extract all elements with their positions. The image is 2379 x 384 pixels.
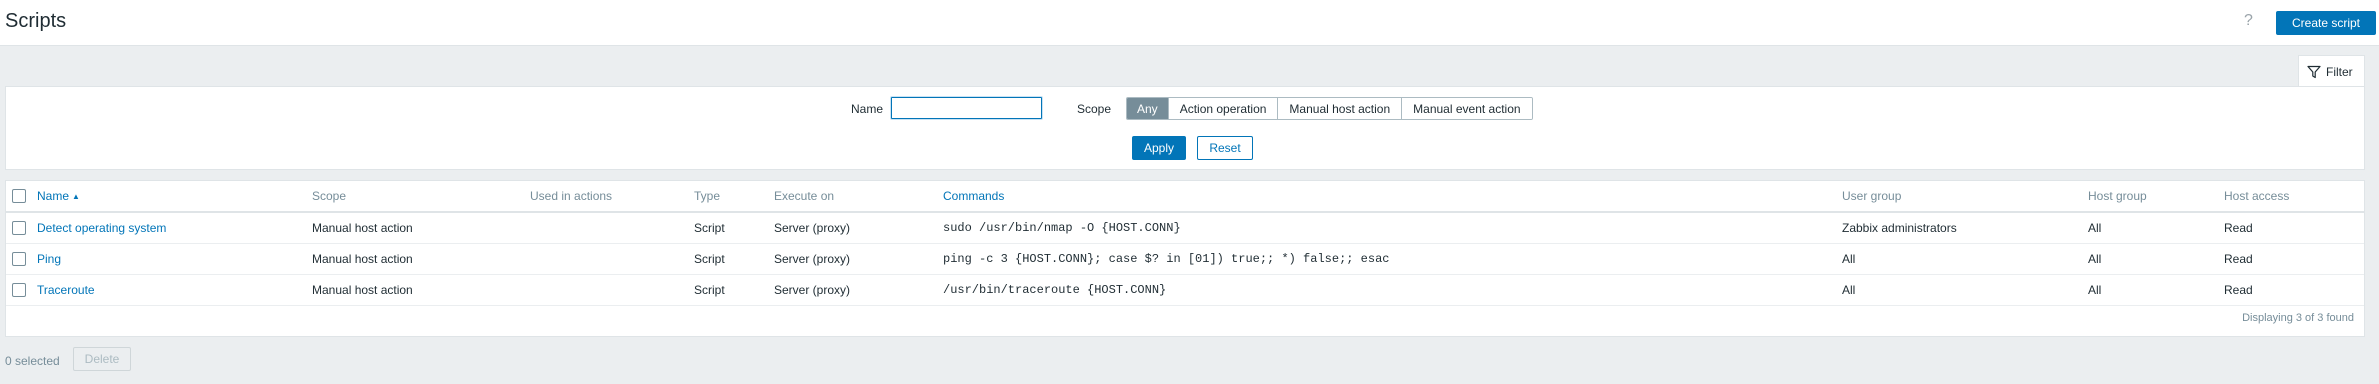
scripts-table: Name ▲ Scope Used in actions Type Execut… [5,180,2365,337]
script-name-link[interactable]: Traceroute [37,275,95,305]
help-icon[interactable]: ? [2244,12,2253,30]
script-scope: Manual host action [312,283,413,297]
script-host-group: All [2088,252,2102,266]
apply-button[interactable]: Apply [1132,136,1186,160]
script-host-group: All [2088,221,2102,235]
script-scope: Manual host action [312,221,413,235]
script-type: Script [694,252,725,266]
script-name-link[interactable]: Detect operating system [37,213,166,243]
row-checkbox[interactable] [12,221,26,235]
script-user-group: All [1842,283,1856,297]
table-header-row: Name ▲ Scope Used in actions Type Execut… [6,181,2364,213]
script-commands: sudo /usr/bin/nmap -O {HOST.CONN} [943,221,1181,235]
table-row: Traceroute Manual host action Script Ser… [6,275,2364,306]
name-filter-label: Name [851,102,884,116]
scope-filter-segmented: Any Action operation Manual host action … [1126,97,1533,120]
create-script-button[interactable]: Create script [2276,11,2376,35]
column-header-execute-on: Execute on [774,189,835,203]
scope-option-any[interactable]: Any [1127,98,1168,119]
sort-ascending-icon: ▲ [72,191,80,201]
script-host-access: Read [2224,252,2253,266]
script-type: Script [694,283,725,297]
script-type: Script [694,221,725,235]
filter-tab-label: Filter [2326,64,2353,79]
column-header-name-label: Name [37,189,70,203]
script-user-group: Zabbix administrators [1842,221,1957,235]
filter-icon [2307,65,2321,78]
delete-button[interactable]: Delete [73,347,131,371]
scope-option-manual-host-action[interactable]: Manual host action [1277,98,1402,119]
table-row: Ping Manual host action Script Server (p… [6,244,2364,275]
reset-button[interactable]: Reset [1197,136,1253,160]
filter-tab[interactable]: Filter [2298,55,2365,87]
script-scope: Manual host action [312,252,413,266]
script-host-access: Read [2224,283,2253,297]
scope-filter-label: Scope [1077,102,1112,116]
select-all-cell [12,181,26,211]
paging-info: Displaying 3 of 3 found [2242,312,2354,324]
column-header-scope: Scope [312,189,347,203]
name-filter-input[interactable] [891,97,1042,119]
script-commands: ping -c 3 {HOST.CONN}; case $? in [01]) … [943,252,1390,266]
page-header: Scripts ? Create script [0,0,2379,46]
column-header-name[interactable]: Name ▲ [37,181,80,211]
row-checkbox[interactable] [12,252,26,266]
column-header-used-in-actions: Used in actions [530,189,613,203]
script-host-access: Read [2224,221,2253,235]
select-all-checkbox[interactable] [12,189,26,203]
scope-option-action-operation[interactable]: Action operation [1167,98,1278,119]
script-execute-on: Server (proxy) [774,252,851,266]
row-checkbox[interactable] [12,283,26,297]
script-name-link[interactable]: Ping [37,244,61,274]
page-title: Scripts [5,10,67,32]
filter-panel: Name Scope Any Action operation Manual h… [5,86,2365,170]
column-header-user-group: User group [1842,189,1902,203]
script-execute-on: Server (proxy) [774,221,851,235]
scope-option-manual-event-action[interactable]: Manual event action [1401,98,1532,119]
selected-count: 0 selected [5,354,60,368]
column-header-type: Type [694,189,721,203]
table-row: Detect operating system Manual host acti… [6,213,2364,244]
column-header-host-group: Host group [2088,189,2147,203]
script-execute-on: Server (proxy) [774,283,851,297]
column-header-host-access: Host access [2224,189,2290,203]
script-host-group: All [2088,283,2102,297]
script-user-group: All [1842,252,1856,266]
script-commands: /usr/bin/traceroute {HOST.CONN} [943,283,1167,297]
column-header-commands[interactable]: Commands [943,181,1004,211]
